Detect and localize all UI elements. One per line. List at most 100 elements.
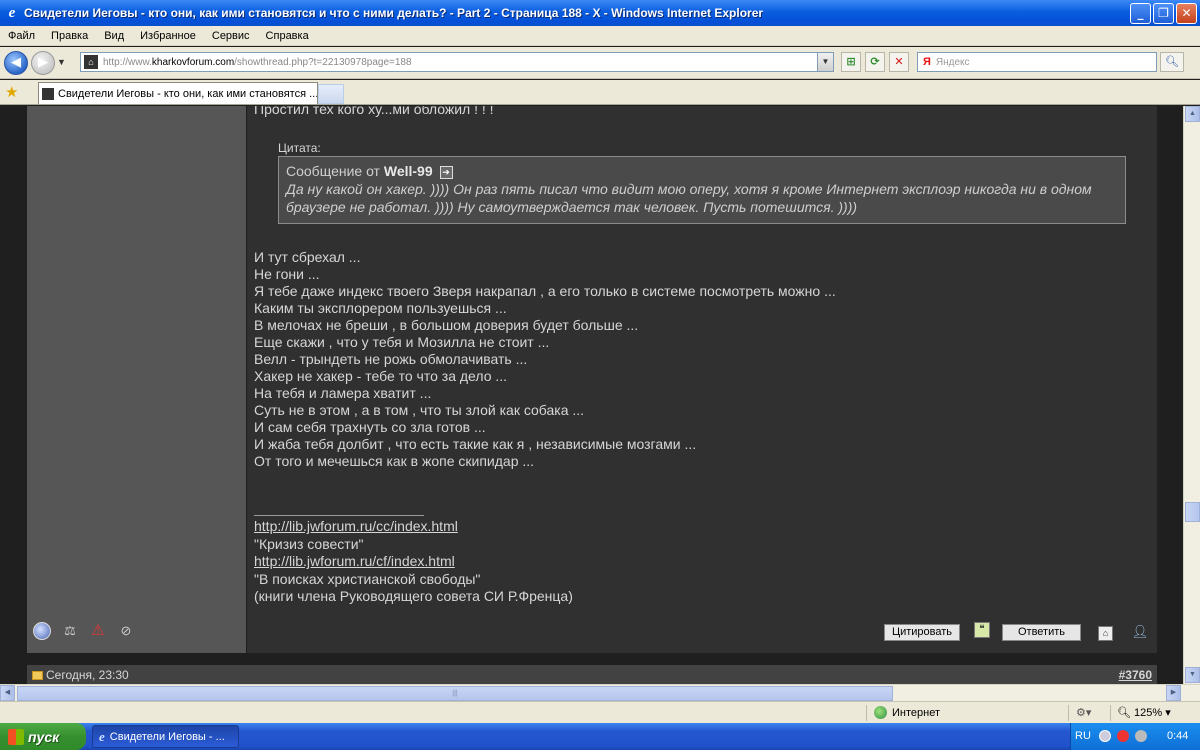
favorites-star-icon[interactable]: ★ <box>5 83 18 101</box>
menu-tools[interactable]: Сервис <box>204 30 258 42</box>
tray-network-icon[interactable] <box>1099 730 1111 742</box>
online-status-icon <box>33 622 51 640</box>
taskbar-ie-window-button[interactable]: e Свидетели Иеговы - ... <box>92 725 239 748</box>
ie-logo-icon: e <box>99 728 105 744</box>
scroll-up-icon[interactable]: ▲ <box>1185 106 1200 122</box>
compat-view-icon[interactable]: ⊞ <box>841 52 861 72</box>
post-message: И тут сбрехал ... Не гони ... Я тебе даж… <box>254 249 836 470</box>
message-line: И жаба тебя долбит , что есть такие как … <box>254 436 697 452</box>
address-toolbar: ◀ ▶ ▼ ⌂ http://www. kharkovforum.com/show… <box>0 47 1200 79</box>
language-indicator[interactable]: RU <box>1075 730 1091 742</box>
back-button[interactable]: ◀ <box>4 51 28 75</box>
status-divider <box>1068 705 1069 721</box>
title-bar: e Свидетели Иеговы - кто они, как ими ст… <box>0 0 1200 26</box>
search-input[interactable]: Я Яндекс <box>917 52 1157 72</box>
message-line: От того и мечешься как в жопе скипидар .… <box>254 453 535 469</box>
quote-from-prefix: Сообщение от <box>286 163 380 179</box>
message-line: Хакер не хакер - тебе то что за дело ... <box>254 368 508 384</box>
horizontal-scroll-thumb[interactable]: ||| <box>17 686 893 701</box>
tab-row: ★ Свидетели Иеговы - кто они, как ими ст… <box>0 80 1200 105</box>
zoom-value: 125% <box>1134 707 1163 719</box>
message-line: В мелочах не бреши , в большом доверия б… <box>254 317 639 333</box>
menu-help[interactable]: Справка <box>258 30 317 42</box>
tray-security-icon[interactable] <box>1117 730 1129 742</box>
menu-file[interactable]: Файл <box>0 30 43 42</box>
new-tab-button[interactable] <box>318 84 344 104</box>
post-status-icons: ⚖ ⚠ ⊘ <box>33 622 135 640</box>
history-dropdown-icon[interactable]: ▼ <box>57 57 66 67</box>
vertical-scrollbar[interactable]: ▲ ▼ <box>1183 106 1200 684</box>
signature-link-cf[interactable]: http://lib.jwforum.ru/cf/index.html <box>254 553 573 571</box>
signature: http://lib.jwforum.ru/cc/index.html "Кри… <box>254 518 573 606</box>
tab-title: Свидетели Иеговы - кто они, как ими стан… <box>58 87 318 100</box>
vertical-scroll-thumb[interactable] <box>1185 502 1200 522</box>
message-line: Не гони ... <box>254 266 320 282</box>
signature-text: (книги члена Руководящего совета СИ Р.Фр… <box>254 588 573 604</box>
scroll-down-icon[interactable]: ▼ <box>1185 667 1200 683</box>
protected-mode-icon[interactable]: ⚙▾ <box>1076 706 1091 719</box>
quote-text: Да ну какой он хакер. )))) Он раз пять п… <box>286 181 1092 215</box>
scroll-right-icon[interactable]: ▶ <box>1166 685 1181 701</box>
search-placeholder: Яндекс <box>935 56 970 68</box>
minimize-button[interactable]: _ <box>1130 3 1151 24</box>
browser-window: e Свидетели Иеговы - кто они, как ими ст… <box>0 0 1200 750</box>
tray-volume-icon[interactable] <box>1135 730 1147 742</box>
tab-favicon-icon <box>42 87 54 100</box>
address-input[interactable]: ⌂ http://www. kharkovforum.com/showthread… <box>80 52 834 72</box>
menu-edit[interactable]: Правка <box>43 30 96 42</box>
folder-icon <box>32 670 43 680</box>
quote-button[interactable]: Цитировать <box>884 624 960 641</box>
internet-globe-icon <box>874 706 887 719</box>
search-button[interactable]: 🔍︎ <box>1160 52 1184 72</box>
report-warning-icon[interactable]: ⚠ <box>89 622 107 640</box>
quote-box: Сообщение от Well-99 ➔ Да ну какой он ха… <box>278 156 1126 224</box>
windows-logo-icon <box>8 728 24 745</box>
menu-favorites[interactable]: Избранное <box>132 30 204 42</box>
message-line: Я тебе даже индекс твоего Зверя накрапал… <box>254 283 836 299</box>
message-line: Каким ты эксплорером пользуешься ... <box>254 300 507 316</box>
previous-text-line: Простил тех кого ху...ми обложил ! ! ! <box>254 106 494 117</box>
attachment-icon[interactable]: ⊘ <box>117 622 135 640</box>
page-content: Простил тех кого ху...ми обложил ! ! ! Ц… <box>0 106 1183 684</box>
signature-link-cc[interactable]: http://lib.jwforum.ru/cc/index.html <box>254 518 573 536</box>
stop-icon[interactable]: ✕ <box>889 52 909 72</box>
tab-active[interactable]: Свидетели Иеговы - кто они, как ими стан… <box>38 82 318 104</box>
forward-button[interactable]: ▶ <box>31 51 55 75</box>
message-line: Велл - трындеть не рожь обмолачивать ... <box>254 351 528 367</box>
multi-quote-icon[interactable]: ❝ <box>974 622 990 638</box>
yandex-logo-icon: Я <box>923 56 931 68</box>
security-zone[interactable]: Интернет <box>874 706 940 719</box>
task-label: Свидетели Иеговы - ... <box>109 730 225 743</box>
go-top-icon[interactable]: ⌂ <box>1098 626 1113 641</box>
next-post-header: Сегодня, 23:30 #3760 <box>27 665 1157 684</box>
maximize-button[interactable]: ❐ <box>1153 3 1174 24</box>
message-line: Суть не в этом , а в том , что ты злой к… <box>254 402 585 418</box>
reputation-scales-icon[interactable]: ⚖ <box>61 622 79 640</box>
reply-button[interactable]: Ответить <box>1002 624 1081 641</box>
message-line: И тут сбрехал ... <box>254 249 361 265</box>
view-post-arrow-icon[interactable]: ➔ <box>439 165 453 179</box>
zone-label: Интернет <box>892 706 940 719</box>
status-divider <box>866 705 867 721</box>
user-profile-icon[interactable]: 👤︎ <box>1131 623 1149 641</box>
clock: 0:44 <box>1167 730 1189 742</box>
start-button[interactable]: пуск <box>0 723 86 750</box>
signature-text: "В поисках христианской свободы" <box>254 570 481 587</box>
menu-view[interactable]: Вид <box>96 30 132 42</box>
next-post-number[interactable]: #3760 <box>1119 668 1152 682</box>
close-button[interactable]: ✕ <box>1176 3 1197 24</box>
address-dropdown-icon[interactable]: ▼ <box>817 53 833 71</box>
refresh-icon[interactable]: ⟳ <box>865 52 885 72</box>
message-line: На тебя и ламера хватит ... <box>254 385 432 401</box>
address-path: /showthread.php?t=22130978page=188 <box>234 56 412 68</box>
next-post-date: Сегодня, 23:30 <box>32 668 129 682</box>
horizontal-scrollbar[interactable]: ◀ ||| ▶ <box>0 684 1200 701</box>
menu-bar: Файл Правка Вид Избранное Сервис Справка <box>0 26 1200 46</box>
scroll-left-icon[interactable]: ◀ <box>0 685 15 701</box>
system-tray: RU 0:44 <box>1070 723 1200 750</box>
zoom-level[interactable]: 🔍︎ 125% ▾ <box>1117 706 1171 719</box>
address-prefix: http://www. <box>103 56 152 68</box>
message-line: Еще скажи , что у тебя и Мозилла не стои… <box>254 334 550 350</box>
message-line: И сам себя трахнуть со зла готов ... <box>254 419 486 435</box>
post-user-sidebar <box>27 106 246 653</box>
